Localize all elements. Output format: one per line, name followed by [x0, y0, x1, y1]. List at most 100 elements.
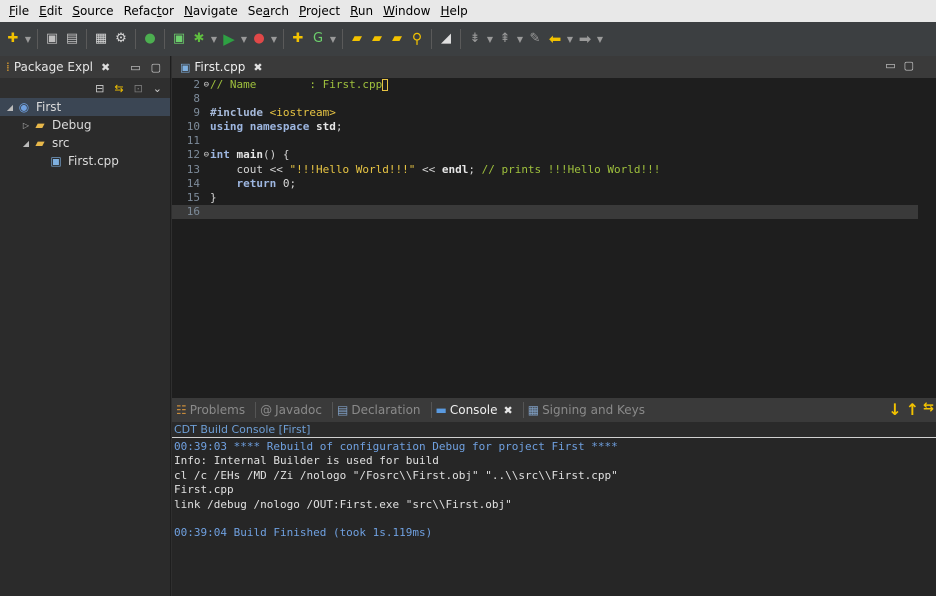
word-wrap-icon[interactable]: ⇆: [923, 400, 934, 419]
toolbar-separator: [37, 29, 38, 49]
code-text: cout << "!!!Hello World!!!" << endl; // …: [202, 163, 660, 177]
close-icon[interactable]: ✖: [253, 61, 262, 74]
new-source-folder-icon[interactable]: ✚: [289, 30, 307, 48]
console-line: 00:39:04 Build Finished (took 1s.119ms): [174, 526, 433, 540]
console-panel: ☷ Problems @ Javadoc ▤ Declaration ▬ Console ✖ ▦ S…: [172, 398, 936, 596]
menu-run[interactable]: Run: [345, 0, 378, 22]
minimize-icon[interactable]: ▭: [130, 61, 140, 74]
menu-navigate[interactable]: Navigate: [179, 0, 243, 22]
terminal-icon[interactable]: ▣: [170, 30, 188, 48]
save-all-icon[interactable]: ▤: [63, 30, 81, 48]
next-annotation-dropdown-icon[interactable]: ▼: [486, 30, 494, 48]
cpp-file-icon: ▣: [180, 60, 191, 74]
menu-window[interactable]: Window: [378, 0, 435, 22]
open-resource-icon[interactable]: ▰: [388, 30, 406, 48]
menu-label-part: un: [357, 4, 374, 18]
previous-annotation-icon[interactable]: ⇞: [496, 30, 514, 48]
menu-project[interactable]: Project: [294, 0, 345, 22]
close-icon[interactable]: ✖: [101, 61, 110, 74]
external-tools-icon[interactable]: ●: [250, 30, 268, 48]
menu-edit[interactable]: Edit: [34, 0, 67, 22]
menu-label-part: ource: [79, 4, 114, 18]
view-menu-icon[interactable]: ⌄: [153, 82, 162, 95]
maximize-icon[interactable]: ▢: [151, 61, 161, 74]
tree-item-first[interactable]: ◢ ◉ First: [0, 98, 170, 116]
back-dropdown-icon[interactable]: ▼: [566, 30, 574, 48]
previous-annotation-dropdown-icon[interactable]: ▼: [516, 30, 524, 48]
tab-javadoc[interactable]: @ Javadoc: [260, 403, 322, 417]
package-explorer-tab[interactable]: Package Expl: [14, 60, 93, 74]
code-token: main: [236, 148, 264, 162]
collapse-all-icon[interactable]: ⊟: [95, 82, 104, 95]
code-line: 14 return 0;: [172, 177, 936, 191]
tab-console[interactable]: ▬ Console ✖: [436, 403, 513, 417]
forward-icon[interactable]: ➡: [576, 30, 594, 48]
scroll-down-icon[interactable]: ↓: [888, 400, 901, 419]
line-number: 10: [172, 120, 202, 134]
new-icon[interactable]: ✚: [4, 30, 22, 48]
toolbar-separator: [86, 29, 87, 49]
code-token: }: [210, 190, 217, 204]
code-area[interactable]: 2 ⊖// Name : First.cpp 8 9 #include <iostrea…: [172, 78, 936, 396]
line-number-text: 10: [186, 120, 200, 134]
menu-help[interactable]: Help: [435, 0, 472, 22]
tree-item-debug[interactable]: ▷ ▰ Debug: [0, 116, 170, 134]
menu-refactor[interactable]: Refactor: [119, 0, 179, 22]
search-icon[interactable]: ⚲: [408, 30, 426, 48]
editor-tab-first-cpp[interactable]: First.cpp: [194, 60, 245, 74]
tab-declaration[interactable]: ▤ Declaration: [337, 403, 421, 417]
source-folder-icon: ▰: [35, 136, 45, 150]
fold-icon[interactable]: ⊖: [204, 148, 209, 162]
code-token: ;: [289, 176, 297, 190]
new-class-dropdown-icon[interactable]: ▼: [329, 30, 337, 48]
new-class-icon[interactable]: G: [309, 30, 327, 48]
minimize-icon[interactable]: ▭: [885, 59, 903, 72]
cpp-project-icon: ◉: [18, 100, 30, 114]
menu-label-part: Se: [247, 4, 263, 18]
scroll-up-icon[interactable]: ↑: [906, 400, 919, 419]
forward-dropdown-icon[interactable]: ▼: [596, 30, 604, 48]
fold-icon[interactable]: ⊖: [204, 78, 209, 92]
expanded-arrow-icon[interactable]: ◢: [4, 103, 16, 112]
link-with-editor-icon[interactable]: ⇆: [114, 82, 123, 95]
menu-bar: File Edit Source Refactor Navigate Search Proj…: [0, 0, 936, 22]
package-explorer-view-toolbar: ⊟ ⇆ ⊡ ⌄: [0, 78, 170, 98]
debug-icon[interactable]: ✱: [190, 30, 208, 48]
maximize-icon[interactable]: ▢: [904, 59, 922, 72]
menu-label-part: indow: [394, 4, 431, 18]
last-edit-location-icon[interactable]: ✎: [526, 30, 544, 48]
open-type-icon[interactable]: ▰: [368, 30, 386, 48]
next-annotation-icon[interactable]: ⇟: [466, 30, 484, 48]
code-token: std: [315, 120, 336, 134]
focus-icon[interactable]: ⊡: [134, 82, 143, 95]
build-icon[interactable]: ⚙: [112, 30, 130, 48]
tree-item-first-cpp[interactable]: ▣ First.cpp: [0, 152, 170, 170]
save-icon[interactable]: ▣: [43, 30, 61, 48]
run-dropdown-icon[interactable]: ▼: [240, 30, 248, 48]
tab-problems[interactable]: ☷ Problems: [176, 403, 245, 417]
collapsed-arrow-icon[interactable]: ▷: [20, 121, 32, 130]
menu-file[interactable]: File: [4, 0, 34, 22]
toggle-mark-occurrences-icon[interactable]: ◢: [437, 30, 455, 48]
tab-separator: [255, 402, 257, 418]
menu-search[interactable]: Search: [243, 0, 294, 22]
external-tools-dropdown-icon[interactable]: ▼: [270, 30, 278, 48]
new-dropdown-icon[interactable]: ▼: [24, 30, 32, 48]
back-icon[interactable]: ⬅: [546, 30, 564, 48]
run-icon[interactable]: ▶: [220, 30, 238, 48]
code-token: using: [210, 120, 244, 134]
close-icon[interactable]: ✖: [504, 404, 513, 417]
tab-signing-and-keys[interactable]: ▦ Signing and Keys: [528, 403, 645, 417]
menu-source[interactable]: Source: [67, 0, 118, 22]
menu-label-part: rch: [270, 4, 290, 18]
debug-dropdown-icon[interactable]: ▼: [210, 30, 218, 48]
expanded-arrow-icon[interactable]: ◢: [20, 139, 32, 148]
javadoc-icon: @: [260, 403, 273, 417]
tree-item-src[interactable]: ◢ ▰ src: [0, 134, 170, 152]
new-cpp-class-icon[interactable]: ●: [141, 30, 159, 48]
open-project-icon[interactable]: ▰: [348, 30, 366, 48]
build-config-icon[interactable]: ▦: [92, 30, 110, 48]
console-output[interactable]: 00:39:03 **** Rebuild of configuration D…: [172, 438, 936, 541]
